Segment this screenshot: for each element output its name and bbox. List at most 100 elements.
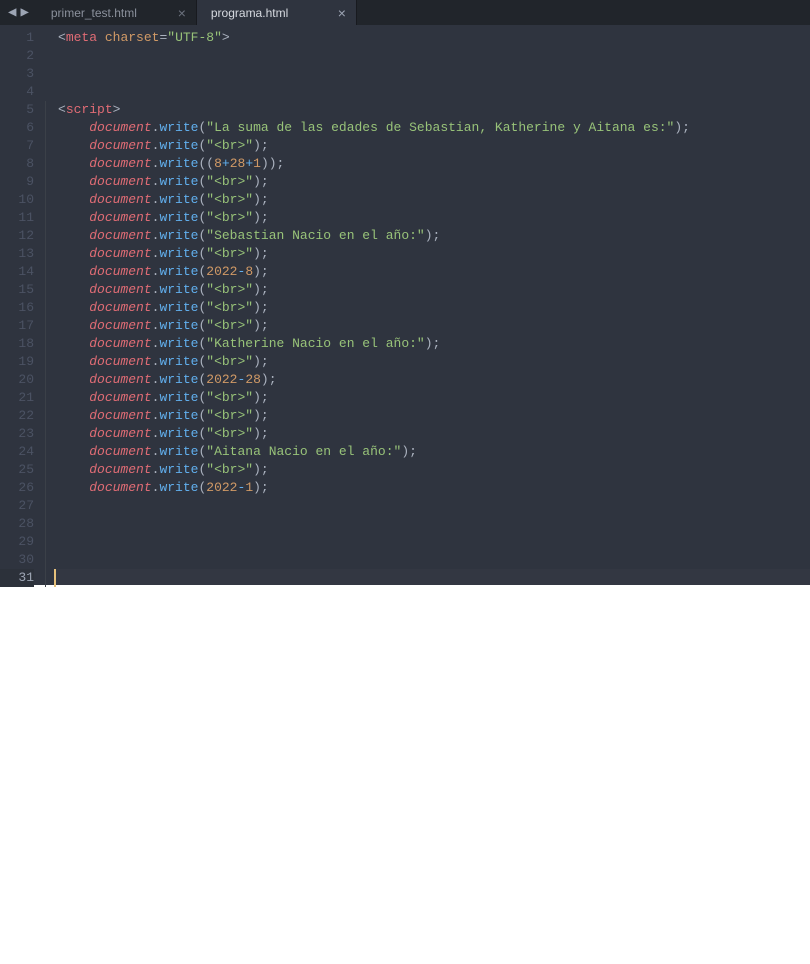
tab-bar: ◀ ▶ primer_test.html×programa.html× [0, 0, 810, 25]
code-line[interactable]: document.write("La suma de las edades de… [58, 119, 810, 137]
close-icon[interactable]: × [170, 5, 186, 21]
fold-guide [42, 551, 54, 569]
fold-guide [42, 263, 54, 281]
line-number: 27 [0, 497, 34, 515]
code-token: ); [253, 462, 269, 477]
code-line[interactable]: document.write("<br>"); [58, 317, 810, 335]
line-number: 30 [0, 551, 34, 569]
code-token: 1 [245, 480, 253, 495]
code-line[interactable]: document.write("<br>"); [58, 425, 810, 443]
code-token: write [159, 156, 198, 171]
code-token: )); [261, 156, 284, 171]
code-token: document [89, 336, 151, 351]
code-line[interactable]: document.write((8+28+1)); [58, 155, 810, 173]
code-token [58, 246, 89, 261]
code-token [58, 318, 89, 333]
code-line[interactable] [58, 497, 810, 515]
code-token [58, 408, 89, 423]
code-line[interactable]: document.write("<br>"); [58, 281, 810, 299]
tab-primer-test-html[interactable]: primer_test.html× [37, 0, 197, 25]
code-token: < [58, 102, 66, 117]
code-token: document [89, 282, 151, 297]
code-line[interactable]: document.write("<br>"); [58, 389, 810, 407]
code-token [58, 390, 89, 405]
fold-guide [42, 497, 54, 515]
tab-programa-html[interactable]: programa.html× [197, 0, 357, 25]
code-editor[interactable]: 1234567891011121314151617181920212223242… [0, 25, 810, 585]
line-number: 8 [0, 155, 34, 173]
code-token: "<br>" [206, 354, 253, 369]
fold-guide [42, 191, 54, 209]
code-line[interactable]: <meta charset="UTF-8"> [58, 29, 810, 47]
code-token [58, 120, 89, 135]
code-token: write [159, 318, 198, 333]
line-number: 29 [0, 533, 34, 551]
code-token: "<br>" [206, 192, 253, 207]
code-line[interactable]: document.write("<br>"); [58, 299, 810, 317]
code-line[interactable] [58, 83, 810, 101]
code-area[interactable]: <meta charset="UTF-8"> <script> document.… [54, 25, 810, 585]
fold-guide [42, 317, 54, 335]
code-token [58, 192, 89, 207]
code-line[interactable]: document.write("<br>"); [58, 353, 810, 371]
line-number: 12 [0, 227, 34, 245]
code-token [58, 426, 89, 441]
code-line[interactable]: document.write("<br>"); [58, 245, 810, 263]
code-token [58, 444, 89, 459]
code-line[interactable]: document.write("<br>"); [58, 137, 810, 155]
code-line[interactable] [58, 551, 810, 569]
code-token: document [89, 156, 151, 171]
code-line[interactable]: document.write(2022-8); [58, 263, 810, 281]
code-line[interactable]: document.write("<br>"); [58, 461, 810, 479]
code-token: document [89, 408, 151, 423]
code-token: document [89, 318, 151, 333]
code-line[interactable]: <script> [58, 101, 810, 119]
fold-guide [42, 389, 54, 407]
code-line[interactable]: document.write(2022-1); [58, 479, 810, 497]
code-token [58, 480, 89, 495]
code-token: write [159, 246, 198, 261]
code-line[interactable]: document.write("<br>"); [58, 173, 810, 191]
code-line[interactable]: document.write("<br>"); [58, 191, 810, 209]
code-line[interactable]: document.write("Katherine Nacio en el añ… [58, 335, 810, 353]
close-icon[interactable]: × [330, 5, 346, 21]
code-line[interactable] [58, 515, 810, 533]
code-token: "Aitana Nacio en el año:" [206, 444, 401, 459]
code-token: 8 [245, 264, 253, 279]
code-line[interactable] [58, 47, 810, 65]
code-line[interactable] [58, 65, 810, 83]
fold-guide [42, 353, 54, 371]
code-line[interactable]: document.write(2022-28); [58, 371, 810, 389]
code-token: document [89, 138, 151, 153]
code-token: ); [253, 264, 269, 279]
nav-back-icon[interactable]: ◀ [6, 4, 18, 21]
code-token [58, 462, 89, 477]
line-number: 15 [0, 281, 34, 299]
code-token: write [159, 372, 198, 387]
code-token: ); [253, 426, 269, 441]
code-token: write [159, 210, 198, 225]
code-token: ); [253, 300, 269, 315]
code-line[interactable] [58, 533, 810, 551]
nav-forward-icon[interactable]: ▶ [18, 4, 30, 21]
code-token: write [159, 282, 198, 297]
code-token: document [89, 426, 151, 441]
code-token: ); [253, 282, 269, 297]
line-number: 13 [0, 245, 34, 263]
code-line[interactable]: document.write("Sebastian Nacio en el añ… [58, 227, 810, 245]
line-number: 26 [0, 479, 34, 497]
code-token: ); [253, 246, 269, 261]
code-token: write [159, 174, 198, 189]
code-token: ); [253, 192, 269, 207]
code-token: "<br>" [206, 282, 253, 297]
code-line[interactable]: document.write("<br>"); [58, 407, 810, 425]
code-token: ); [253, 138, 269, 153]
fold-guide [42, 83, 54, 101]
code-token: document [89, 228, 151, 243]
fold-guide [42, 299, 54, 317]
code-line[interactable]: document.write("<br>"); [58, 209, 810, 227]
code-line[interactable]: document.write("Aitana Nacio en el año:"… [58, 443, 810, 461]
tab-nav-arrows: ◀ ▶ [0, 0, 37, 25]
code-token: ); [674, 120, 690, 135]
code-token [58, 300, 89, 315]
